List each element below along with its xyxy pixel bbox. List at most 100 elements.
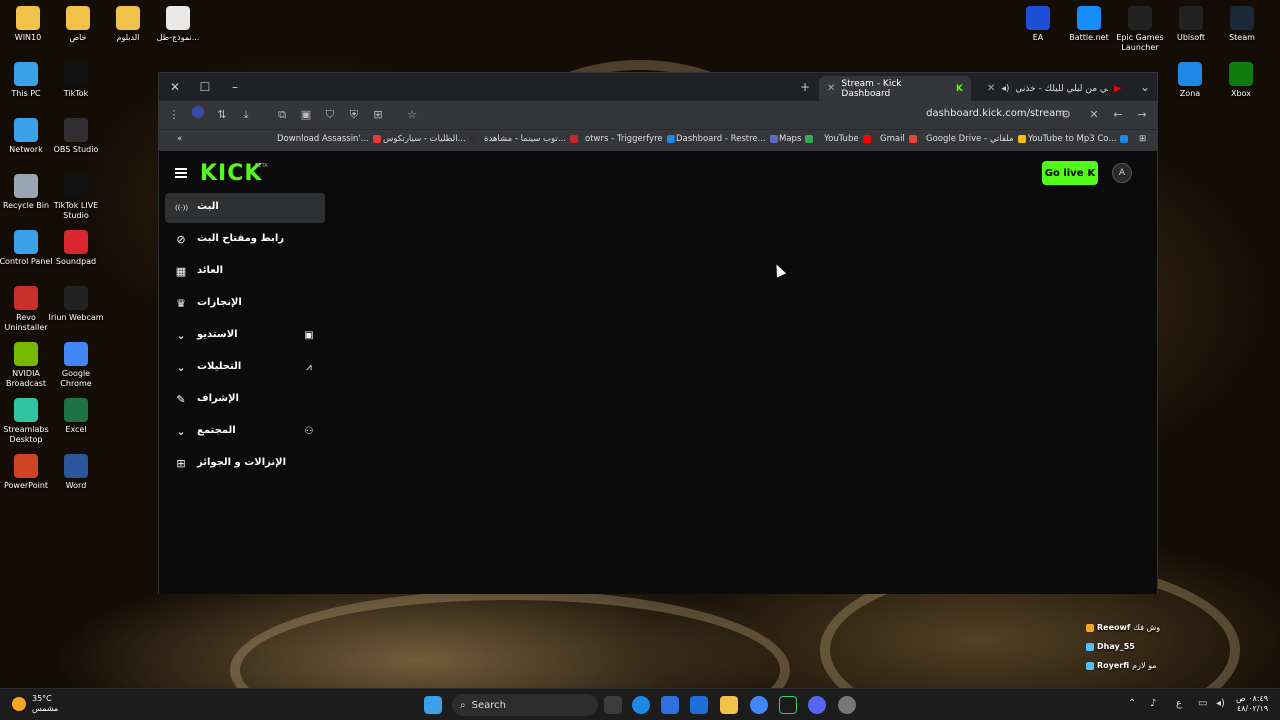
file-explorer-icon[interactable] [720,696,738,714]
kick-k-icon: K [1087,167,1096,179]
minimize-window-button[interactable]: – [225,78,245,96]
download-icon[interactable]: ⤓ [237,106,255,124]
app-icon[interactable] [690,696,708,714]
address-bar[interactable]: dashboard.kick.com/stream [926,108,1065,119]
sun-icon [12,697,26,711]
discord-icon[interactable] [808,696,826,714]
site-settings-icon[interactable]: ⚙ [1057,106,1075,124]
kick-logo[interactable]: KICK [200,161,262,186]
desktop-icon[interactable]: WIN10 [0,2,56,43]
desktop-icon[interactable]: Recycle Bin [0,170,54,211]
desktop-icon[interactable]: Battle.net [1061,2,1117,43]
extensions-icon[interactable]: ⧉ [273,106,291,124]
stop-loading-icon[interactable]: ✕ [1085,106,1103,124]
maximize-window-button[interactable]: ☐ [195,78,215,96]
desktop-icon[interactable]: Google Chrome [48,338,104,389]
bookmark-item[interactable]: Maps [779,134,814,144]
desktop-icon[interactable]: Word [48,450,104,491]
weather-widget[interactable]: 35°C مشمس [12,694,58,714]
tab-kick-dashboard[interactable]: ✕ Stream - Kick Dashboard K [819,76,971,101]
sidebar-item[interactable]: ((·)) البث [165,193,325,223]
sidebar-item[interactable]: ⊞ الإنزالات و الجوائز [165,449,325,479]
translate-icon[interactable]: ⊞ [369,106,387,124]
desktop-icon[interactable]: Soundpad [48,226,104,267]
desktop-icon[interactable]: PowerPoint [0,450,54,491]
desktop-icon[interactable]: Revo Uninstaller [0,282,54,333]
desktop-icon[interactable]: Streamlabs Desktop [0,394,54,445]
steam-taskbar-icon[interactable] [838,696,856,714]
desktop-icon[interactable]: TikTok LIVE Studio [48,170,104,221]
desktop-icon[interactable]: Excel [48,394,104,435]
desktop-icon[interactable]: OBS Studio [48,114,104,155]
edge-icon[interactable] [632,696,650,714]
sidebar-item[interactable]: ⌄ المجتمع ⚇ [165,417,325,447]
bookmark-item[interactable]: YouTube [824,134,871,144]
bookmarks-overflow-icon[interactable]: « [177,134,182,144]
bookmark-item[interactable]: Dashboard - Restre... [676,134,778,144]
tray-chevron-icon[interactable]: ⌃ [1128,698,1136,709]
microphone-icon[interactable]: ♪ [1150,698,1156,709]
desktop-icon[interactable]: نموذج-طل... [150,2,206,43]
desktop-icon[interactable]: This PC [0,58,54,99]
go-live-button[interactable]: Go live K [1042,161,1098,185]
bookmark-star-icon[interactable]: ☆ [403,106,421,124]
tab-groups-icon[interactable]: ⇅ [213,106,231,124]
desktop-icon[interactable]: الدبلوم [100,2,156,43]
shield-icon[interactable]: ⛉ [321,106,339,124]
adblock-shield-icon[interactable]: ⛨ [345,106,363,124]
new-tab-button[interactable]: + [795,78,815,96]
task-view-icon[interactable] [604,696,622,714]
forward-icon[interactable]: ← [1109,106,1127,124]
sidebar-item[interactable]: ⌄ الاستديو ▣ [165,321,325,351]
bookmark-item[interactable]: الطلبات - سيارتكوس... [383,134,478,144]
bookmark-item[interactable]: otwrs - Triggerfyre [585,134,675,144]
desktop-icon[interactable]: Zona [1162,58,1218,99]
extension-blue-icon[interactable]: ▣ [297,106,315,124]
desktop-icon-label: Steam [1229,33,1255,42]
volume-icon[interactable]: ◂) [1216,698,1225,709]
avatar[interactable]: A [1112,163,1132,183]
tab-youtube-song[interactable]: ✕ ◂) خذني من ليلي لليلك - خذني... ▶ [979,76,1129,101]
start-button-icon[interactable] [424,696,442,714]
apps-grid-icon[interactable]: ⊞ [1139,134,1146,144]
sidebar-item[interactable]: ▦ العائد [165,257,325,287]
hamburger-menu-icon[interactable] [175,168,187,178]
analytics-icon: ⩘ [306,362,312,373]
close-tab-icon[interactable]: ✕ [827,83,835,94]
sidebar-item[interactable]: ✎ الإشراف [165,385,325,415]
desktop-icon[interactable]: TikTok [48,58,104,99]
bookmark-item[interactable]: توب سينما - مشاهدة... [484,134,578,144]
sidebar-item[interactable]: ♛ الإنجازات [165,289,325,319]
desktop-icon[interactable]: Steam [1214,2,1270,43]
close-window-button[interactable]: ✕ [165,78,185,96]
desktop-icon[interactable]: NVIDIA Broadcast [0,338,54,389]
close-tab-icon[interactable]: ✕ [987,83,995,94]
clock[interactable]: ٠٨:٤٩ ص ٤٨/٠٢/١٩ [1236,694,1268,714]
desktop-icon[interactable]: EA [1010,2,1066,43]
bookmark-item[interactable]: Gmail [880,134,917,144]
bookmark-item[interactable]: Google Drive - ملفاتي [926,134,1026,144]
network-icon[interactable]: ▭ [1198,698,1207,709]
bookmark-label: Download Assassin'... [277,134,369,144]
back-icon[interactable]: → [1133,106,1151,124]
store-icon[interactable] [661,696,679,714]
nvidia-taskbar-icon[interactable] [779,696,797,714]
desktop-icon[interactable]: Epic Games Launcher [1112,2,1168,53]
sidebar-item[interactable]: ⌄ التحليلات ⩘ [165,353,325,383]
menu-dots-icon[interactable]: ⋮ [165,106,183,124]
taskbar-search[interactable]: ⌕ Search [452,694,598,716]
language-indicator[interactable]: ع [1176,698,1182,709]
bookmark-item[interactable]: YouTube to Mp3 Co... [1028,134,1129,144]
bookmark-item[interactable]: Download Assassin'... [277,134,381,144]
bookmark-label: توب سينما - مشاهدة... [484,134,566,144]
tab-search-chevron-icon[interactable]: ⌄ [1135,78,1155,96]
profile-icon[interactable] [189,106,207,124]
desktop-icon[interactable]: Control Panel [0,226,54,267]
desktop-icon[interactable]: Xbox [1213,58,1269,99]
desktop-icon[interactable]: Iriun Webcam [48,282,104,323]
sidebar-item[interactable]: ⊘ رابط ومفتاح البث [165,225,325,255]
desktop-icon[interactable]: خاص [50,2,106,43]
desktop-icon[interactable]: Ubisoft [1163,2,1219,43]
chrome-taskbar-icon[interactable] [750,696,768,714]
desktop-icon[interactable]: Network [0,114,54,155]
